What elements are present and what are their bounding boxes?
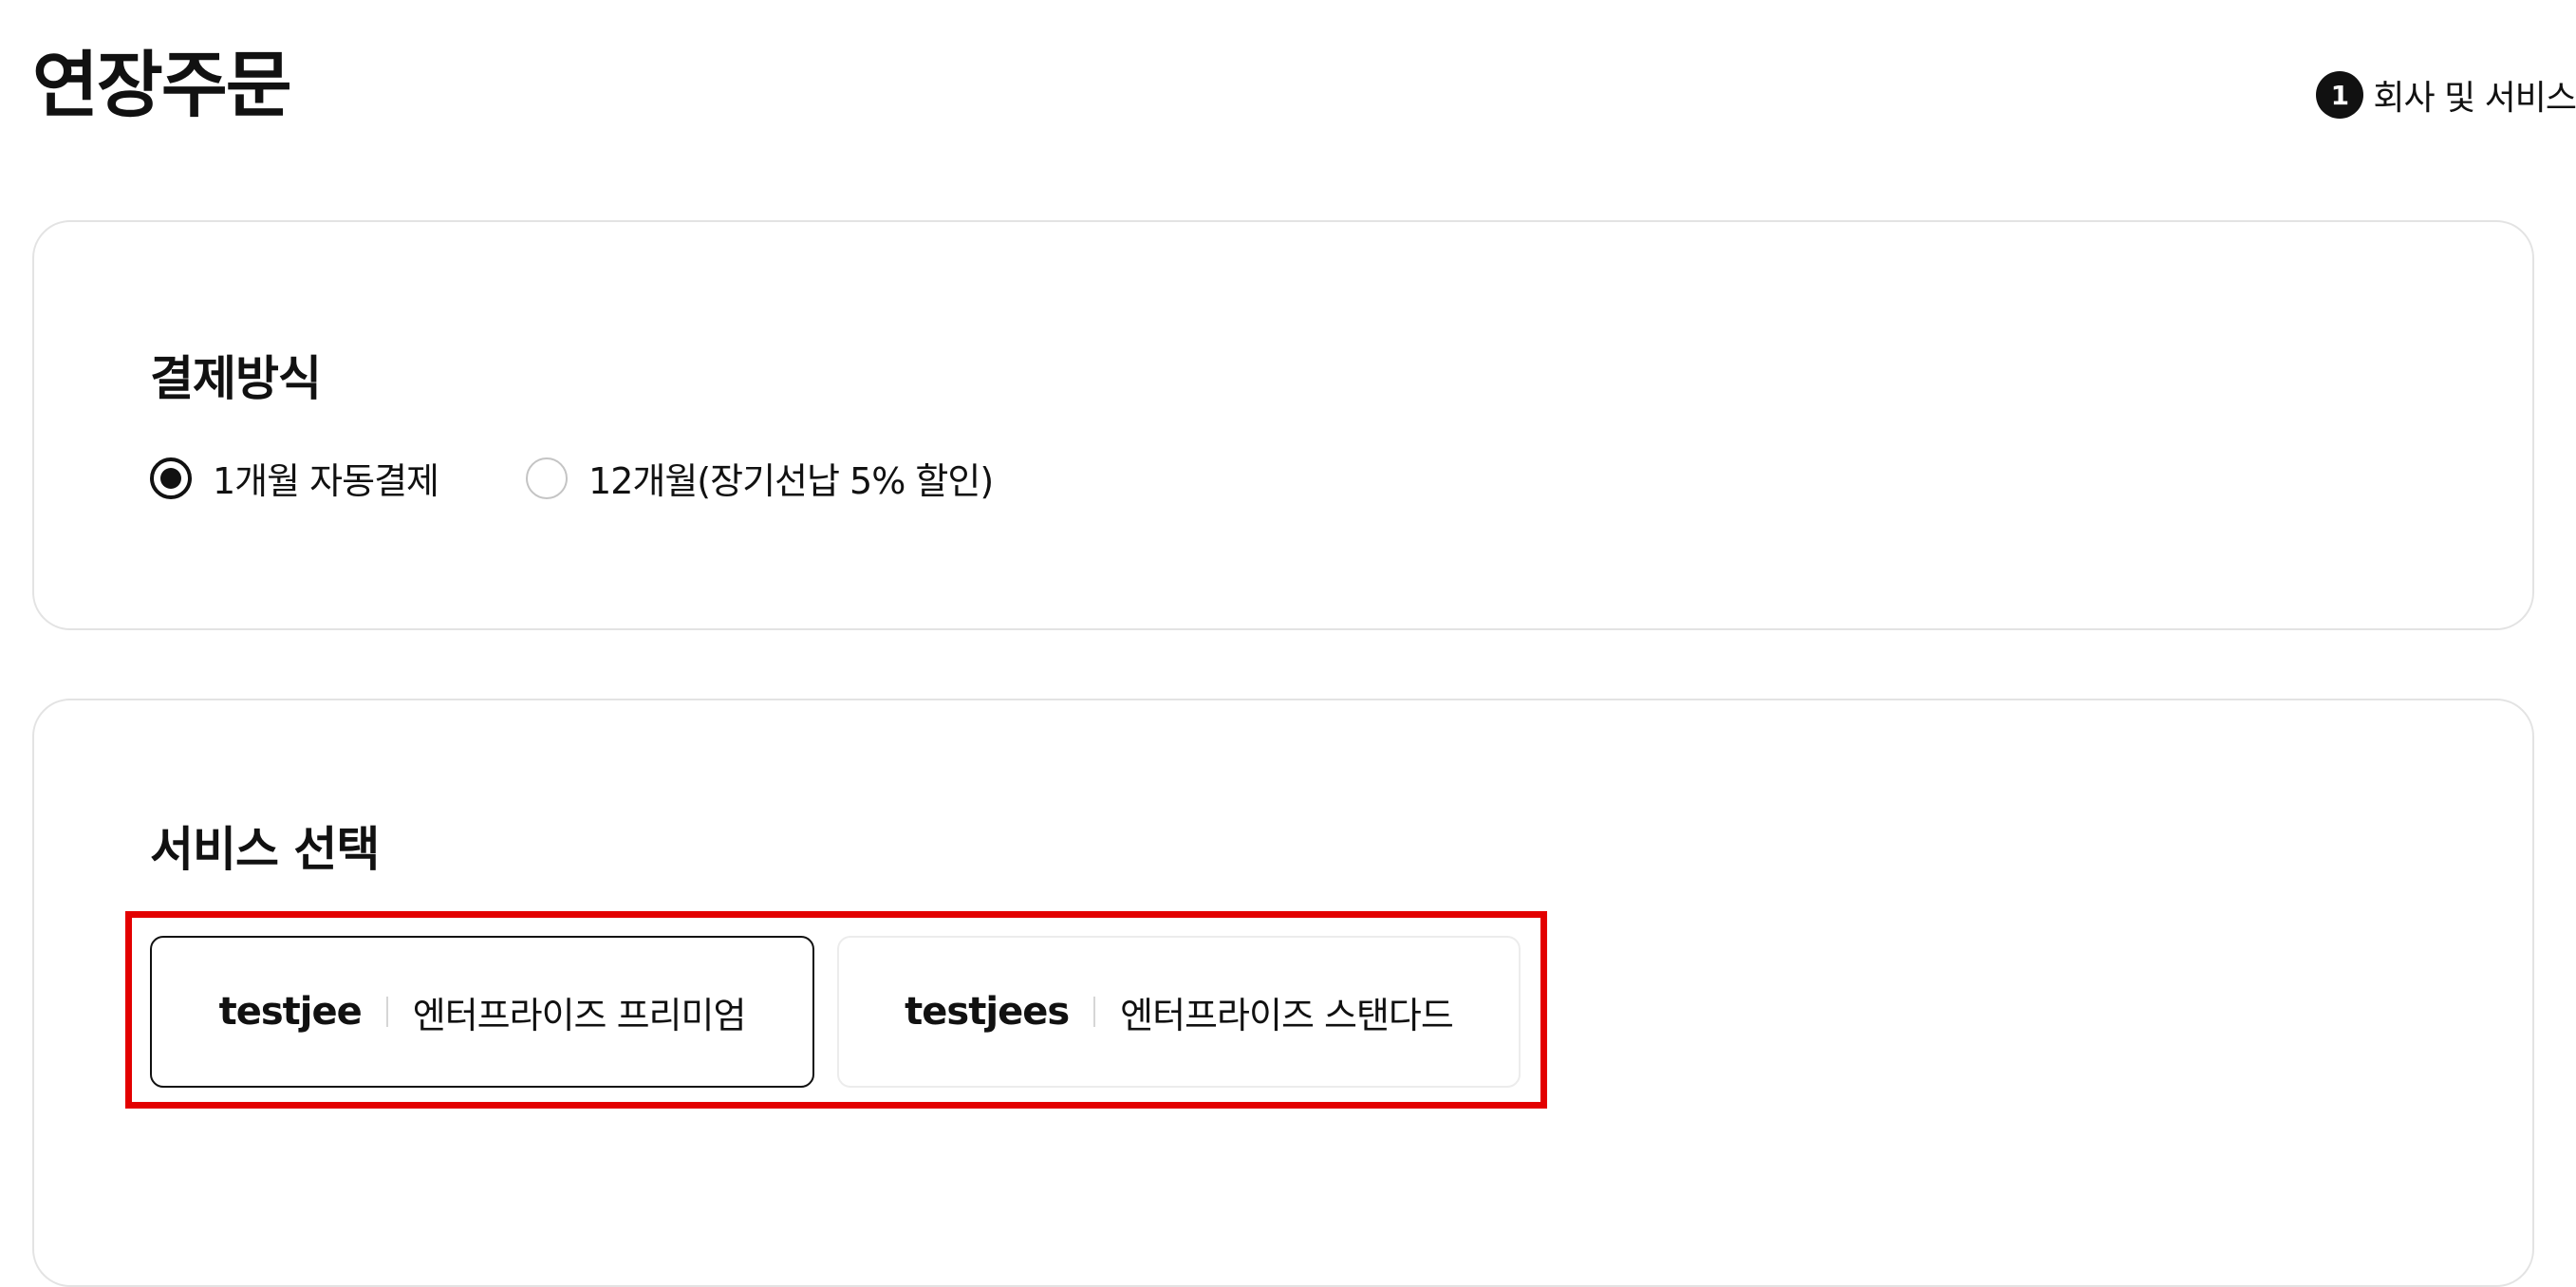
radio-label-monthly: 1개월 자동결제 <box>213 460 439 502</box>
radio-dot <box>160 467 181 489</box>
service-option-testjees[interactable]: testjees 엔터프라이즈 스탠다드 <box>837 936 1521 1088</box>
page-title: 연장주문 <box>32 43 292 127</box>
separator <box>1093 997 1096 1027</box>
step-indicator: 1 회사 및 서비스 <box>2316 70 2576 120</box>
radio-option-monthly[interactable]: 1개월 자동결제 <box>150 452 439 504</box>
service-id: testjee <box>218 990 363 1034</box>
step-number-badge: 1 <box>2316 71 2364 119</box>
service-id: testjees <box>905 990 1070 1034</box>
service-select-card: 서비스 선택 testjee 엔터프라이즈 프리미엄 testjees 엔터프라… <box>32 699 2534 1287</box>
service-option-testjee[interactable]: testjee 엔터프라이즈 프리미엄 <box>150 936 814 1088</box>
service-select-title: 서비스 선택 <box>150 822 380 877</box>
service-plan: 엔터프라이즈 프리미엄 <box>412 994 747 1036</box>
radio-unchecked-icon[interactable] <box>526 457 569 499</box>
radio-label-yearly: 12개월(장기선납 5% 할인) <box>588 460 994 502</box>
step-label: 회사 및 서비스 <box>2373 79 2576 118</box>
separator <box>385 997 388 1027</box>
payment-method-title: 결제방식 <box>150 351 322 406</box>
radio-option-yearly[interactable]: 12개월(장기선납 5% 할인) <box>526 452 994 504</box>
radio-checked-icon[interactable] <box>150 457 192 499</box>
payment-method-radio-group: 1개월 자동결제 12개월(장기선납 5% 할인) <box>150 452 1080 504</box>
payment-method-card: 결제방식 1개월 자동결제 12개월(장기선납 5% 할인) <box>32 220 2534 630</box>
service-plan: 엔터프라이즈 스탠다드 <box>1120 994 1454 1036</box>
